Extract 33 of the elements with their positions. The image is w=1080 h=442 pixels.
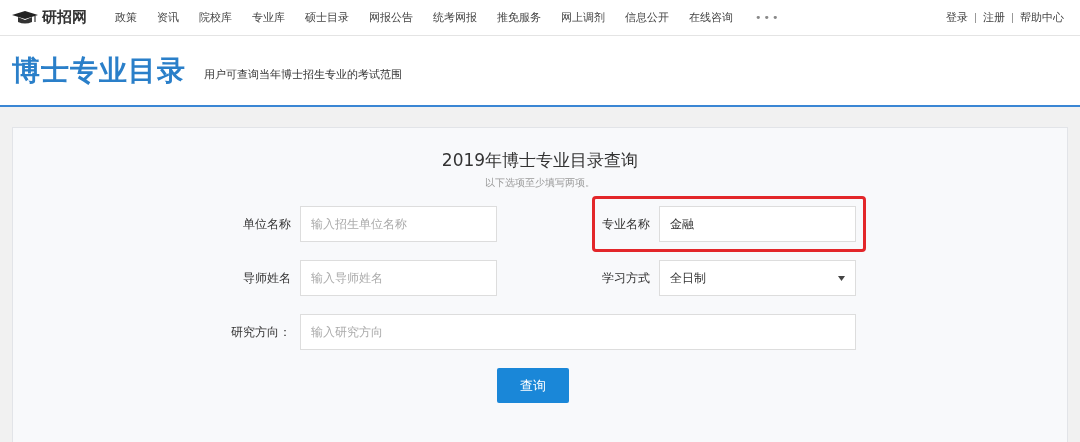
query-hint: 以下选项至少填写两项。 [485, 176, 595, 190]
site-logo[interactable]: 研招网 [42, 8, 87, 27]
search-button[interactable]: 查询 [497, 368, 569, 403]
nav-link[interactable]: 资讯 [157, 10, 179, 25]
input-field[interactable]: 输入研究方向 [299, 314, 856, 350]
nav-link[interactable]: 统考网报 [433, 10, 477, 25]
account-link[interactable]: 登录 [946, 10, 968, 25]
field-label: 专业名称 [600, 215, 651, 233]
nav-link[interactable]: 网上调剂 [561, 10, 605, 25]
nav-link[interactable]: 政策 [115, 10, 137, 25]
nav-link[interactable]: 在线咨询 [689, 10, 733, 25]
study-mode-dropdown[interactable]: 全日制 [658, 260, 856, 296]
nav-link[interactable]: 推免服务 [497, 10, 541, 25]
nav-link[interactable]: 专业库 [252, 10, 285, 25]
input-field[interactable]: 金融 [658, 206, 856, 242]
query-title: 2019年博士专业目录查询 [441, 149, 639, 172]
input-field[interactable]: 输入招生单位名称 [299, 206, 497, 242]
graduation-cap-icon [12, 10, 38, 25]
nav-link[interactable]: 网报公告 [369, 10, 413, 25]
page-subtitle: 用户可查询当年博士招生专业的考试范围 [204, 67, 402, 82]
nav-link[interactable]: 信息公开 [625, 10, 669, 25]
field-label: 研究方向： [229, 323, 292, 341]
caret-icon [837, 275, 845, 281]
page-title: 博士专业目录 [12, 52, 186, 89]
input-field[interactable]: 输入导师姓名 [299, 260, 497, 296]
account-link[interactable]: 注册 [983, 10, 1005, 25]
more-menu[interactable]: ••• [755, 11, 781, 24]
field-label: 单位名称 [241, 215, 292, 233]
nav-link[interactable]: 院校库 [199, 10, 232, 25]
field-label: 导师姓名 [241, 269, 292, 287]
field-label: 学习方式 [600, 269, 651, 287]
nav-link[interactable]: 硕士目录 [305, 10, 349, 25]
account-link[interactable]: 帮助中心 [1020, 10, 1064, 25]
